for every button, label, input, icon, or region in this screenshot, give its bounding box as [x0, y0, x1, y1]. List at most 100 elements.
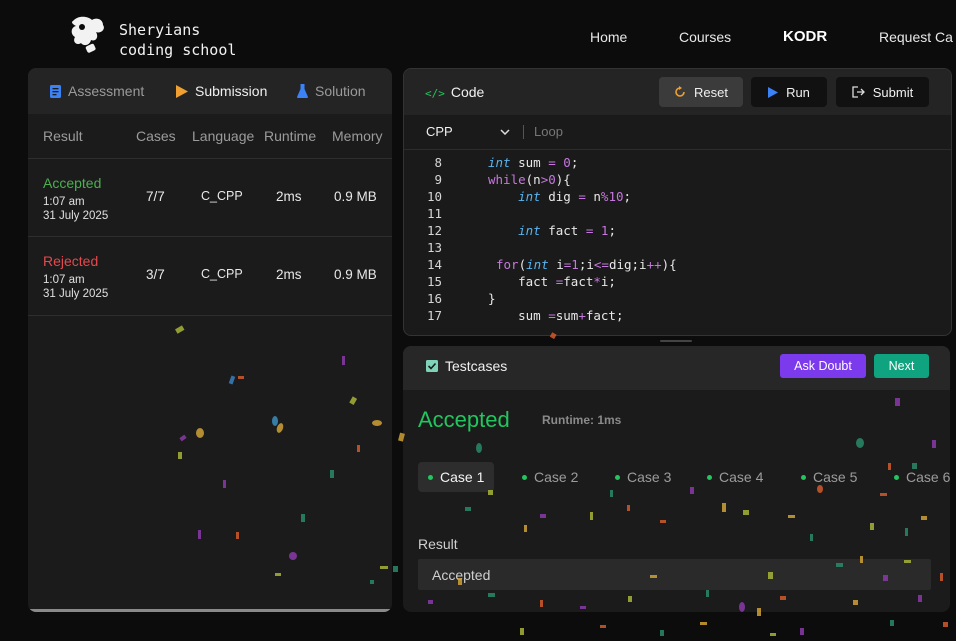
ask-doubt-button[interactable]: Ask Doubt	[780, 354, 866, 378]
nav-home[interactable]: Home	[590, 29, 627, 45]
status-dot	[615, 474, 620, 480]
play-icon	[768, 86, 779, 98]
submission-cases: 7/7	[146, 189, 165, 204]
tab-submission-label: Submission	[195, 83, 268, 99]
tab-case-6[interactable]: Case 6	[894, 462, 950, 492]
column-runtime: Runtime	[264, 128, 317, 144]
testcases-title-label: Testcases	[445, 358, 508, 374]
tab-submission[interactable]: Submission	[176, 83, 267, 99]
submission-language: C_CPP	[201, 189, 243, 203]
code-toolbar: </> Code Reset Run Submit	[404, 69, 951, 115]
submission-runtime: 2ms	[276, 267, 302, 282]
tab-case-3[interactable]: Case 3	[615, 462, 671, 492]
code-line: int fact = 1;	[518, 223, 616, 238]
sheryians-logo-icon[interactable]	[70, 15, 106, 53]
code-line: fact =fact*i;	[488, 274, 616, 289]
horizontal-scrollbar[interactable]	[28, 609, 390, 612]
tab-solution-label: Solution	[315, 83, 366, 99]
language-value: CPP	[426, 124, 453, 139]
submit-label: Submit	[872, 84, 914, 100]
submission-runtime: 2ms	[276, 189, 302, 204]
nav-kodr[interactable]: KODR	[783, 28, 827, 45]
verdict: Accepted	[418, 407, 510, 432]
chevron-down-icon	[500, 129, 510, 136]
line-number: 9	[434, 172, 442, 187]
code-line: int dig = n%10;	[518, 189, 632, 204]
nav-request-callback[interactable]: Request Ca	[879, 29, 953, 45]
language-select[interactable]: CPP	[426, 124, 510, 139]
submission-date: 31 July 2025	[43, 288, 109, 300]
tab-solution[interactable]: Solution	[297, 83, 366, 99]
tab-case-5[interactable]: Case 5	[801, 462, 857, 492]
language-row: CPP Loop	[404, 115, 951, 150]
submission-memory: 0.9 MB	[334, 267, 377, 282]
submissions-panel: Assessment Submission Solution Result Ca…	[28, 68, 392, 612]
column-language: Language	[192, 128, 255, 144]
flask-icon	[297, 84, 308, 98]
code-line: sum =sum+fact;	[488, 308, 624, 323]
testcases-toolbar: Testcases Ask Doubt Next	[403, 346, 950, 390]
status-dot	[707, 474, 712, 480]
submission-row[interactable]: Rejected 1:07 am 31 July 2025 3/7 C_CPP …	[28, 236, 392, 316]
tab-assessment-label: Assessment	[68, 83, 145, 99]
line-number: 8	[434, 155, 442, 170]
document-icon	[50, 85, 61, 98]
submission-time: 1:07 am	[43, 196, 85, 208]
line-number: 10	[426, 189, 442, 204]
reset-icon	[675, 86, 685, 97]
code-title: </> Code	[425, 84, 484, 100]
column-memory: Memory	[332, 128, 383, 144]
run-label: Run	[786, 84, 810, 100]
case-label: Case 5	[813, 469, 858, 485]
tab-case-2[interactable]: Case 2	[522, 462, 578, 492]
reset-button[interactable]: Reset	[659, 77, 743, 107]
line-number: 17	[426, 308, 442, 323]
status-dot	[522, 474, 527, 480]
submission-cases: 3/7	[146, 267, 165, 282]
submission-time: 1:07 am	[43, 274, 85, 286]
result-box: Accepted	[418, 559, 931, 590]
result-value: Accepted	[432, 567, 491, 583]
nav-courses[interactable]: Courses	[679, 29, 731, 45]
submit-button[interactable]: Submit	[836, 77, 929, 107]
status-dot	[428, 474, 433, 480]
tab-assessment[interactable]: Assessment	[50, 83, 144, 99]
reset-label: Reset	[694, 84, 728, 100]
code-icon: </>	[425, 87, 445, 100]
top-header: Sheryians coding school Home Courses KOD…	[0, 0, 956, 68]
case-label: Case 3	[627, 469, 672, 485]
code-line: while(n>0){	[488, 172, 571, 187]
problem-name: Loop	[534, 124, 563, 139]
runtime-text: Runtime: 1ms	[542, 413, 622, 427]
separator	[523, 125, 524, 139]
testcases-title: Testcases	[426, 358, 507, 374]
submission-date: 31 July 2025	[43, 210, 109, 222]
brand-name: Sheryians coding school	[119, 20, 236, 60]
line-number: 11	[426, 206, 442, 221]
line-number: 15	[426, 274, 442, 289]
resize-handle[interactable]	[660, 340, 692, 342]
submission-memory: 0.9 MB	[334, 189, 377, 204]
submit-icon	[852, 86, 865, 98]
brand-line-2: coding school	[119, 41, 237, 59]
column-cases: Cases	[136, 128, 176, 144]
submission-status: Accepted	[43, 175, 102, 191]
line-number: 12	[426, 223, 442, 238]
brand-line-1: Sheryians	[119, 21, 201, 39]
submission-language: C_CPP	[201, 267, 243, 281]
line-number: 13	[426, 240, 442, 255]
case-label: Case 4	[719, 469, 764, 485]
play-icon	[176, 85, 188, 98]
line-number: 14	[426, 257, 442, 272]
submission-row[interactable]: Accepted 1:07 am 31 July 2025 7/7 C_CPP …	[28, 158, 392, 237]
tab-case-1[interactable]: Case 1	[418, 462, 495, 492]
column-result: Result	[43, 128, 83, 144]
run-button[interactable]: Run	[751, 77, 827, 107]
next-button[interactable]: Next	[874, 354, 929, 378]
line-number: 16	[426, 291, 442, 306]
case-label: Case 1	[440, 469, 485, 485]
left-tab-bar: Assessment Submission Solution	[28, 68, 392, 114]
tab-case-4[interactable]: Case 4	[707, 462, 763, 492]
code-line: for(int i=1;i<=dig;i++){	[496, 257, 677, 272]
result-label: Result	[418, 536, 458, 552]
